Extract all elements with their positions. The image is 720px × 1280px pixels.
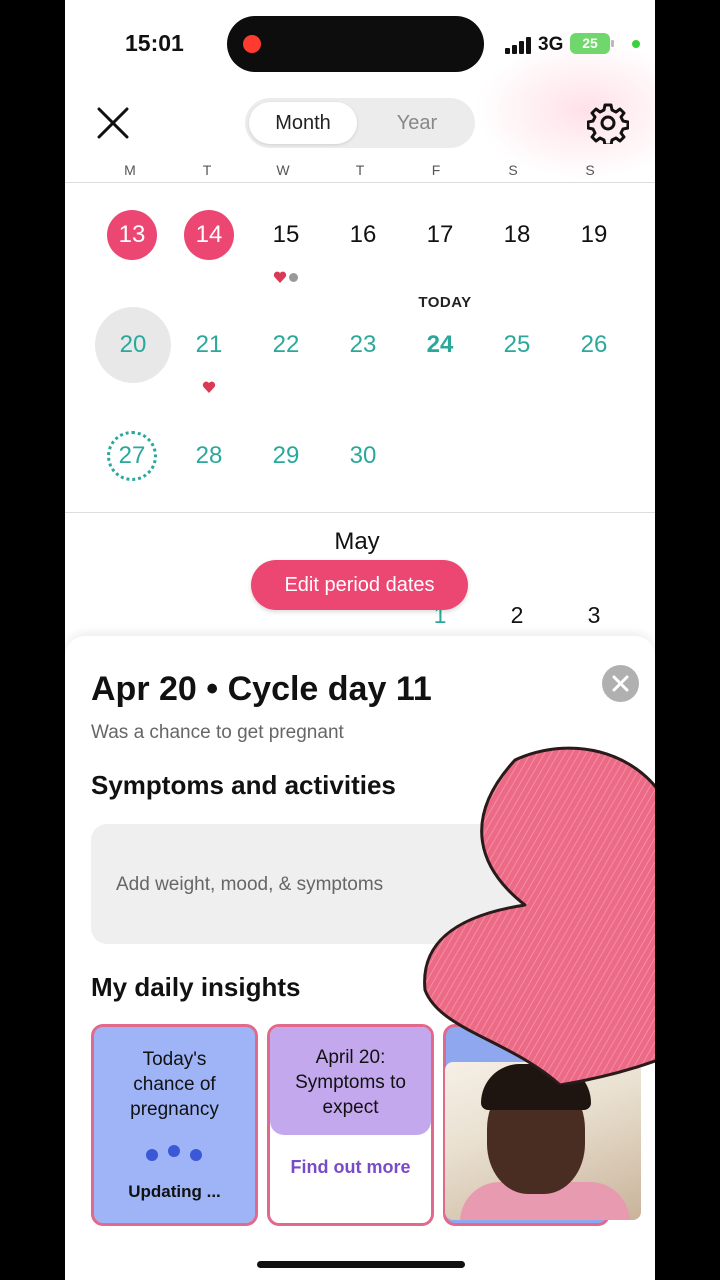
card-line: Symptoms to (295, 1072, 406, 1093)
settings-button[interactable] (586, 102, 630, 147)
intercourse-heart-icon (273, 271, 287, 283)
weekday-label: T (202, 162, 212, 178)
calendar-day-15[interactable]: 15 (256, 210, 316, 260)
battery-icon: 25 (570, 33, 614, 54)
card-status: Updating ... (128, 1182, 221, 1201)
weekday-label: F (431, 162, 441, 178)
calendar-day-27-ovulation[interactable]: 27 (107, 431, 157, 481)
insight-card-pregnancy-chance[interactable]: Today's chance of pregnancy Updating ... (91, 1024, 258, 1226)
edit-period-dates-button[interactable]: Edit period dates (251, 560, 468, 610)
close-button[interactable] (93, 103, 133, 143)
calendar-day-17[interactable]: 17 (410, 210, 470, 260)
calendar-day-14[interactable]: 14 (184, 210, 234, 260)
weekday-label: W (276, 162, 290, 178)
weekday-label: S (585, 162, 595, 178)
card-line: chance of (133, 1074, 216, 1095)
weekday-header: M T W T F S S (65, 162, 655, 182)
calendar-day-19[interactable]: 19 (564, 210, 624, 260)
loading-dots-icon (146, 1145, 206, 1161)
card-text: Today's chance of pregnancy (94, 1047, 255, 1122)
weekday-label: S (508, 162, 518, 178)
dynamic-island (227, 16, 484, 72)
status-time: 15:01 (125, 30, 184, 56)
card-text: April 20: Symptoms to expect (270, 1045, 431, 1120)
card-line: expect (322, 1097, 379, 1118)
video-overlay[interactable] (445, 1062, 641, 1220)
calendar-day-25[interactable]: 25 (487, 320, 547, 370)
today-label: TODAY (418, 294, 472, 311)
calendar-day-22[interactable]: 22 (256, 320, 316, 370)
log-dot-icon (289, 273, 298, 282)
gear-icon (586, 103, 630, 147)
card-line: April 20: (315, 1047, 386, 1068)
sheet-subtitle: Was a chance to get pregnant (91, 722, 344, 743)
calendar-day-18[interactable]: 18 (487, 210, 547, 260)
calendar-day-20-selected[interactable]: 20 (95, 307, 171, 383)
close-icon (97, 107, 129, 139)
insight-card-symptoms[interactable]: April 20: Symptoms to expect Find out mo… (267, 1024, 434, 1226)
calendar-day-28[interactable]: 28 (179, 431, 239, 481)
intercourse-heart-icon (202, 381, 216, 393)
camera-in-use-icon (632, 40, 640, 48)
view-toggle: Month Year (245, 98, 475, 148)
card-line: pregnancy (130, 1099, 219, 1120)
tab-month[interactable]: Month (249, 102, 357, 144)
calendar-day-16[interactable]: 16 (333, 210, 393, 260)
calendar-day-26[interactable]: 26 (564, 320, 624, 370)
calendar-day-21[interactable]: 21 (179, 320, 239, 370)
home-indicator[interactable] (257, 1261, 465, 1268)
calendar-day-30[interactable]: 30 (333, 431, 393, 481)
app-screen: 15:01 3G 25 Month Year M T W T F S S 13 … (65, 0, 655, 1280)
calendar-day-29[interactable]: 29 (256, 431, 316, 481)
weekday-label: M (124, 162, 136, 178)
divider (65, 182, 655, 183)
calendar-day-13[interactable]: 13 (107, 210, 157, 260)
card-header: April 20: Symptoms to expect (270, 1027, 431, 1135)
heart-sticker-icon (423, 746, 655, 1085)
insights-heading: My daily insights (91, 972, 301, 1002)
calendar-day-24-today[interactable]: 24 (410, 320, 470, 370)
tab-year[interactable]: Year (363, 102, 471, 144)
sheet-close-button[interactable] (602, 665, 639, 702)
recording-indicator-icon (243, 35, 261, 53)
divider (65, 512, 655, 513)
weekday-label: T (355, 162, 365, 178)
close-icon (612, 675, 629, 692)
calendar-day-may-2[interactable]: 2 (497, 602, 537, 629)
month-label: May (334, 528, 380, 555)
calendar-day-23[interactable]: 23 (333, 320, 393, 370)
calendar-day-may-3[interactable]: 3 (574, 602, 614, 629)
find-out-more-link[interactable]: Find out more (270, 1157, 431, 1178)
symptoms-heading: Symptoms and activities (91, 770, 396, 800)
add-symptoms-prompt: Add weight, mood, & symptoms (116, 874, 384, 895)
sheet-title: Apr 20 • Cycle day 11 (91, 670, 432, 708)
card-line: Today's (142, 1049, 207, 1070)
signal-icon (505, 36, 535, 54)
network-type: 3G (538, 34, 564, 55)
